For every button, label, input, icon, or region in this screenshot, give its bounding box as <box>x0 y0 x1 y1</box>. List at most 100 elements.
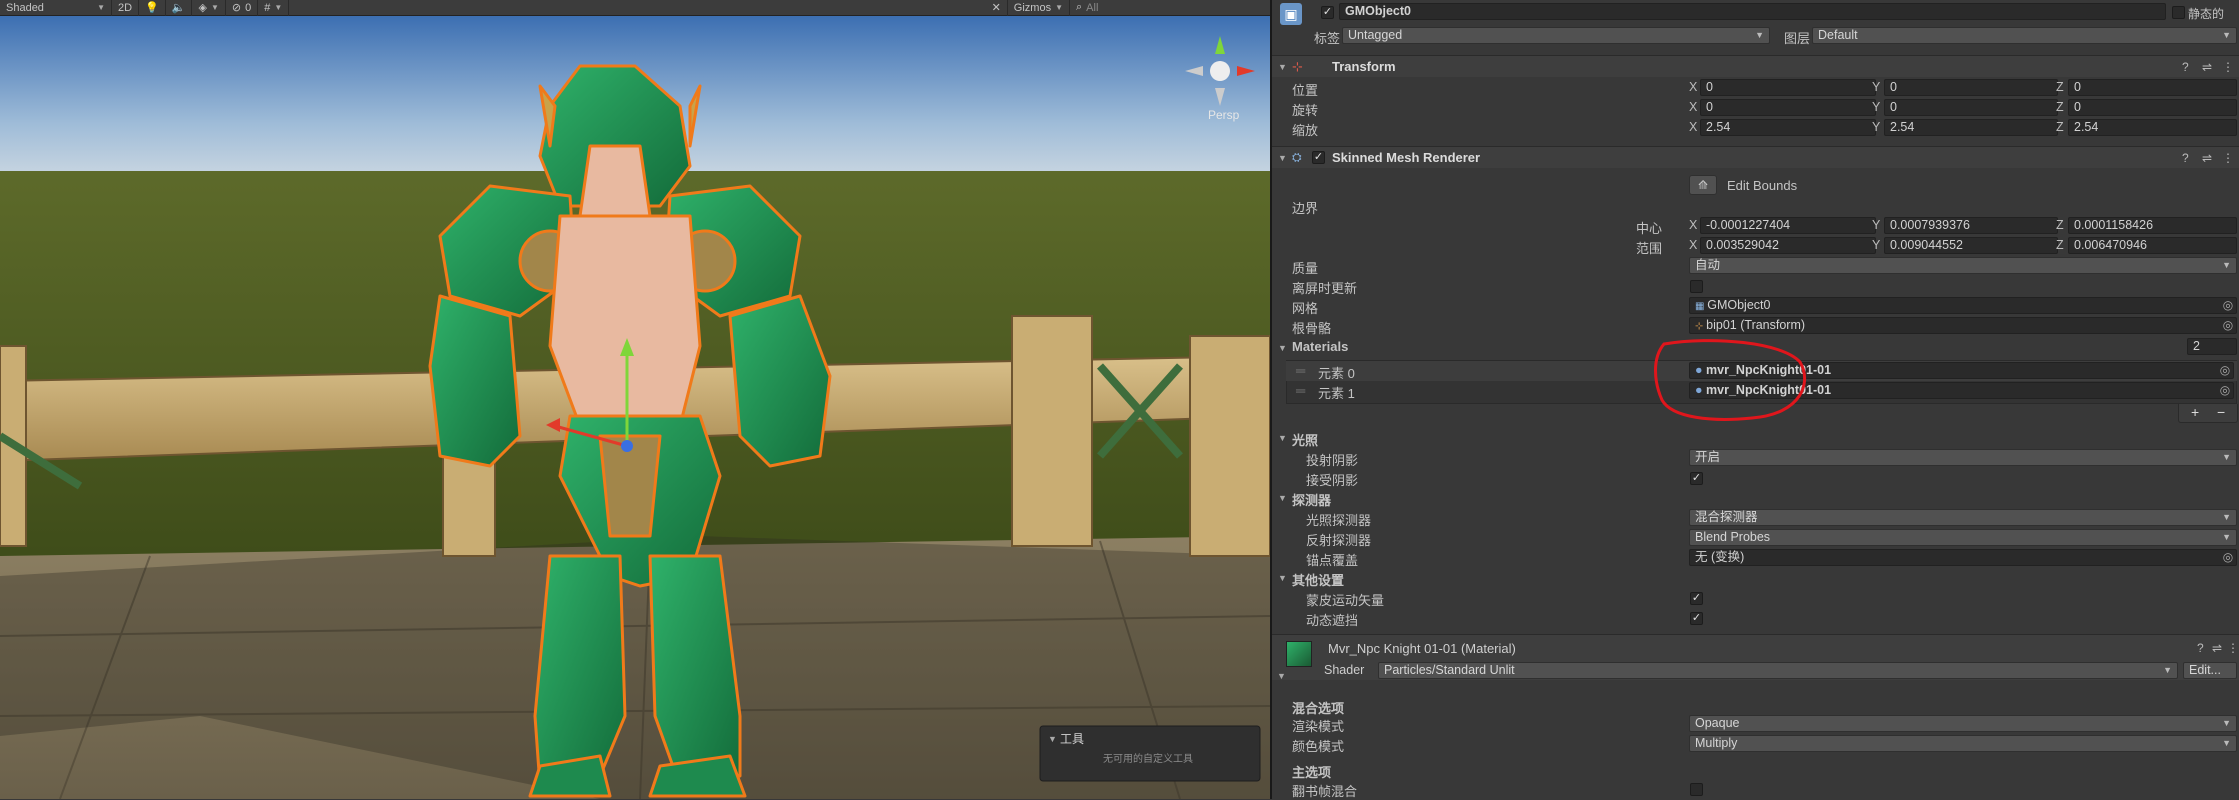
renderer-enabled-checkbox[interactable]: ✓ <box>1312 151 1325 164</box>
layer-dropdown[interactable]: Default ▼ <box>1812 27 2237 44</box>
transform-component-header[interactable]: ▼ ⊹ Transform ? ⇌ ⋮ <box>1272 55 2239 77</box>
scene-viewport[interactable]: Persp ▼ 工具 无可用的自定义工具 <box>0 16 1270 799</box>
foldout-arrow-icon[interactable]: ▼ <box>1278 573 1287 583</box>
tools-toggle[interactable]: ✕ <box>986 0 1008 16</box>
skinned-mesh-renderer-header[interactable]: ▼ ⛭ ✓ Skinned Mesh Renderer ? ⇌ ⋮ <box>1272 146 2239 168</box>
offscreen-update-checkbox[interactable] <box>1690 280 1703 293</box>
edit-bounds-button[interactable]: ⟰ <box>1689 175 1717 195</box>
foldout-arrow-icon[interactable]: ▼ <box>1278 433 1287 443</box>
presets-icon[interactable]: ⇌ <box>2202 60 2212 74</box>
more-menu-icon[interactable]: ⋮ <box>2222 151 2234 165</box>
skinned-motion-checkbox[interactable]: ✓ <box>1690 592 1703 605</box>
search-placeholder: All <box>1086 1 1099 14</box>
tag-dropdown[interactable]: Untagged ▼ <box>1342 27 1770 44</box>
object-picker-icon[interactable]: ◎ <box>2220 318 2236 333</box>
active-checkbox[interactable]: ✓ <box>1321 6 1334 19</box>
materials-size-field[interactable]: 2 <box>2187 338 2237 355</box>
center-z-field[interactable]: 0.0001158426 <box>2068 217 2237 234</box>
probes-section-label[interactable]: 探测器 <box>1292 490 1331 509</box>
static-checkbox[interactable] <box>2172 6 2185 19</box>
help-icon[interactable]: ? <box>2182 60 2189 74</box>
rotation-y-field[interactable]: 0 <box>1884 99 2058 116</box>
reflection-probes-dropdown[interactable]: Blend Probes ▼ <box>1689 529 2237 546</box>
drag-handle-icon[interactable]: ═ <box>1296 363 1305 378</box>
cast-shadows-value: 开启 <box>1695 450 1721 464</box>
more-menu-icon[interactable]: ⋮ <box>2222 60 2234 74</box>
materials-label[interactable]: Materials <box>1292 339 1348 354</box>
render-mode-dropdown[interactable]: Opaque ▼ <box>1689 715 2237 732</box>
material-component-header[interactable]: Mvr_Npc Knight 01-01 (Material) ? ⇌ ⋮ Sh… <box>1272 634 2239 681</box>
mesh-object-field[interactable]: ▦ GMObject0 ◎ <box>1689 297 2237 314</box>
root-bone-object-field[interactable]: ⊹ bip01 (Transform) ◎ <box>1689 317 2237 334</box>
gizmos-dropdown[interactable]: Gizmos ▼ <box>1008 0 1070 16</box>
object-picker-icon[interactable]: ◎ <box>2217 363 2233 378</box>
toggle-2d-button[interactable]: 2D <box>112 0 140 16</box>
effects-dropdown[interactable]: ◈ ▼ <box>192 0 226 16</box>
axis-y-label: Y <box>1872 238 1881 252</box>
plus-icon[interactable]: + <box>2191 404 2199 420</box>
scale-x-field[interactable]: 2.54 <box>1700 119 1876 136</box>
chevron-down-icon: ▼ <box>2222 532 2231 542</box>
position-x-field[interactable]: 0 <box>1700 79 1876 96</box>
chevron-down-icon: ▼ <box>1048 734 1057 744</box>
edit-shader-button[interactable]: Edit... <box>2183 662 2237 679</box>
chevron-down-icon: ▼ <box>2222 452 2231 462</box>
object-picker-icon[interactable]: ◎ <box>2217 383 2233 398</box>
help-icon[interactable]: ? <box>2197 641 2204 655</box>
tools-overlay-panel[interactable]: ▼ 工具 无可用的自定义工具 <box>1039 725 1261 782</box>
light-probes-dropdown[interactable]: 混合探测器 ▼ <box>1689 509 2237 526</box>
drag-handle-icon[interactable]: ═ <box>1296 383 1305 398</box>
shading-mode-dropdown[interactable]: Shaded ▼ <box>0 0 112 16</box>
extent-x-field[interactable]: 0.003529042 <box>1700 237 1876 254</box>
presets-icon[interactable]: ⇌ <box>2212 641 2222 655</box>
lighting-toggle[interactable]: 💡 <box>139 0 166 16</box>
persp-label[interactable]: Persp <box>1208 108 1240 122</box>
receive-shadows-label: 接受阴影 <box>1306 473 1359 488</box>
scale-z-field[interactable]: 2.54 <box>2068 119 2237 136</box>
position-z-field[interactable]: 0 <box>2068 79 2237 96</box>
flipbook-blending-checkbox[interactable] <box>1690 783 1703 796</box>
extent-z-field[interactable]: 0.006470946 <box>2068 237 2237 254</box>
shader-dropdown[interactable]: Particles/Standard Unlit ▼ <box>1378 662 2178 679</box>
presets-icon[interactable]: ⇌ <box>2202 151 2212 165</box>
minus-icon[interactable]: − <box>2217 404 2225 420</box>
help-icon[interactable]: ? <box>2182 151 2189 165</box>
object-name-field[interactable]: GMObject0 <box>1339 3 2166 20</box>
object-picker-icon[interactable]: ◎ <box>2220 298 2236 313</box>
rotation-z-field[interactable]: 0 <box>2068 99 2237 116</box>
center-y-field[interactable]: 0.0007939376 <box>1884 217 2058 234</box>
material-preview-thumbnail <box>1286 641 1312 667</box>
layers-icon: ◈ <box>198 2 207 14</box>
dynamic-occlusion-checkbox[interactable]: ✓ <box>1690 612 1703 625</box>
lighting-section-label[interactable]: 光照 <box>1292 430 1318 449</box>
foldout-arrow-icon[interactable]: ▼ <box>1278 343 1287 353</box>
other-settings-label[interactable]: 其他设置 <box>1292 570 1344 589</box>
grid-icon: # <box>264 1 271 14</box>
cast-shadows-dropdown[interactable]: 开启 ▼ <box>1689 449 2237 466</box>
rotation-x-field[interactable]: 0 <box>1700 99 1876 116</box>
center-x-field[interactable]: -0.0001227404 <box>1700 217 1876 234</box>
color-mode-dropdown[interactable]: Multiply ▼ <box>1689 735 2237 752</box>
object-picker-icon[interactable]: ◎ <box>2220 550 2236 565</box>
list-buttons: + − <box>2178 404 2238 423</box>
position-y-field[interactable]: 0 <box>1884 79 2058 96</box>
hidden-objects-toggle[interactable]: ⊘ 0 <box>226 0 259 16</box>
scene-search-field[interactable]: ⌕ All <box>1070 0 1270 16</box>
mesh-label: 网格 <box>1292 301 1319 316</box>
scale-y-field[interactable]: 2.54 <box>1884 119 2058 136</box>
foldout-arrow-icon[interactable]: ▼ <box>1278 493 1287 503</box>
grid-dropdown[interactable]: # ▼ <box>258 0 290 16</box>
audio-toggle[interactable]: 🔈 <box>166 0 193 16</box>
more-menu-icon[interactable]: ⋮ <box>2227 641 2239 655</box>
blend-options-label: 混合选项 <box>1292 701 1345 716</box>
offscreen-update-label: 离屏时更新 <box>1292 281 1358 296</box>
main-options-label: 主选项 <box>1292 765 1332 780</box>
light-probes-value: 混合探测器 <box>1695 510 1758 524</box>
anchor-override-field[interactable]: 无 (变换) ◎ <box>1689 549 2237 566</box>
scene-view[interactable]: Shaded ▼ 2D 💡 🔈 ◈ ▼ ⊘ 0 # ▼ ✕ Gizmos ▼ ⌕ All <box>0 0 1270 799</box>
quality-dropdown[interactable]: 自动 ▼ <box>1689 257 2237 274</box>
receive-shadows-checkbox[interactable]: ✓ <box>1690 472 1703 485</box>
chevron-down-icon: ▼ <box>2222 30 2231 40</box>
extent-y-field[interactable]: 0.009044552 <box>1884 237 2058 254</box>
light-probes-label: 光照探测器 <box>1306 513 1372 528</box>
